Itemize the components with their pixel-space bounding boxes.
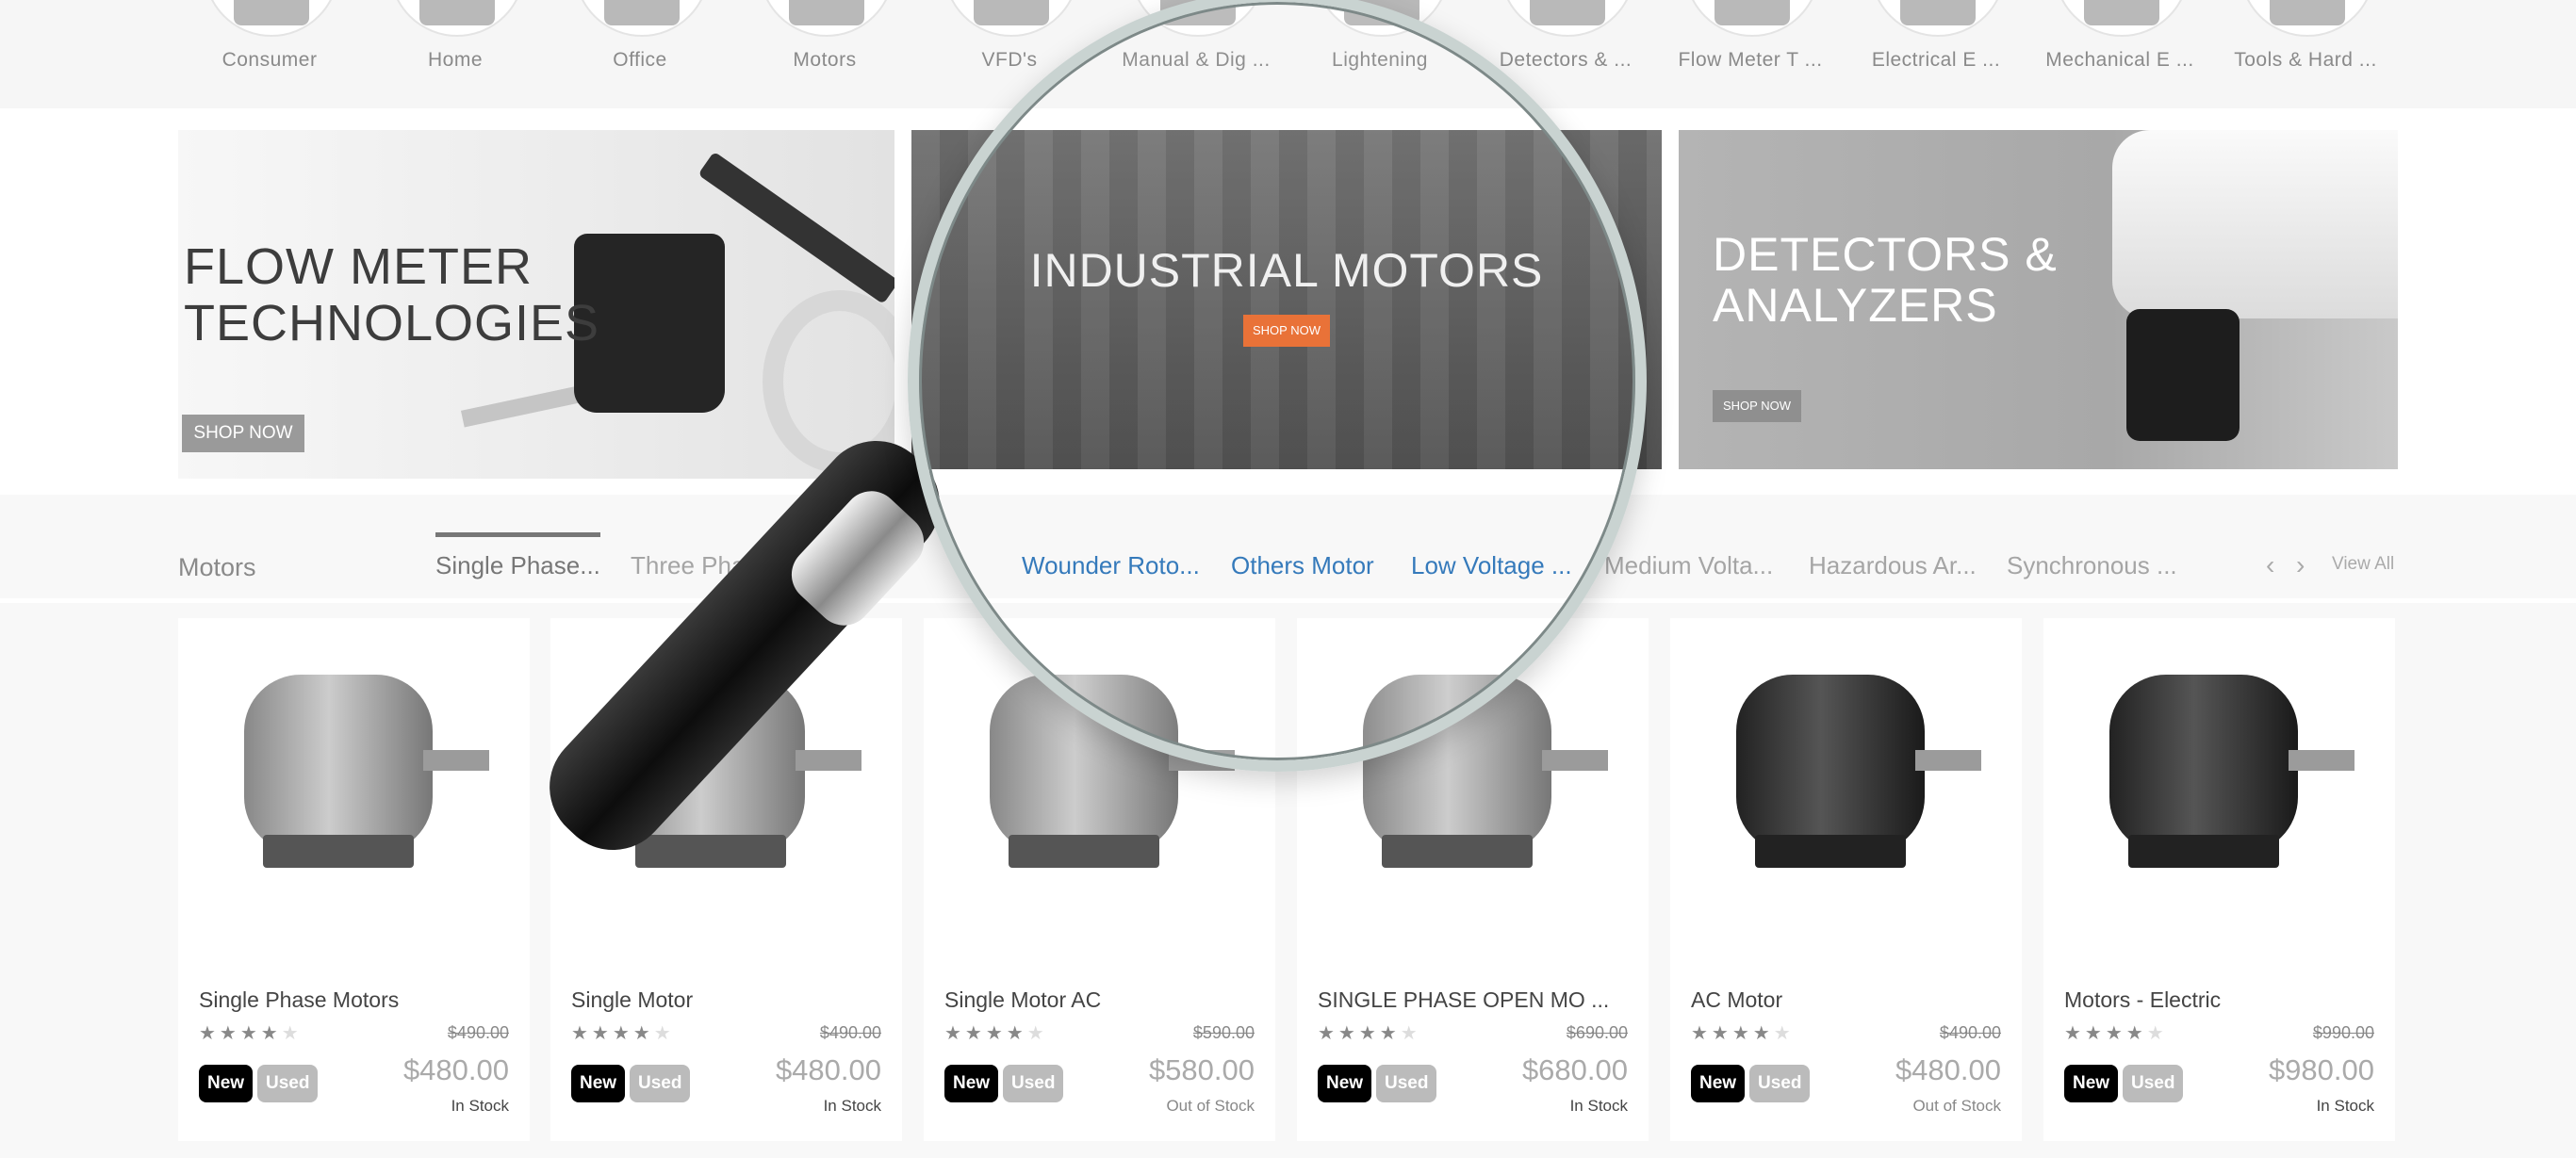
shop-now-button[interactable]: SHOP NOW: [182, 415, 304, 452]
new-badge[interactable]: New: [944, 1065, 999, 1102]
stock-status: In Stock: [1569, 1097, 1628, 1115]
detector-image: [2112, 130, 2398, 318]
used-badge[interactable]: Used: [1003, 1065, 1064, 1102]
view-all-link[interactable]: View All: [2332, 554, 2394, 575]
category-image: [1500, 0, 1635, 37]
category-label: Office: [613, 49, 667, 71]
motor-image: [2091, 646, 2354, 873]
product-image[interactable]: [1670, 618, 2022, 929]
category-label: Motors: [793, 49, 857, 71]
stock-status: Out of Stock: [1912, 1097, 2001, 1115]
product-name[interactable]: Single Motor: [571, 987, 693, 1013]
category-label: Home: [427, 49, 484, 71]
category-image: [574, 0, 710, 37]
category-motors[interactable]: Motors: [735, 0, 914, 104]
used-badge[interactable]: Used: [630, 1065, 691, 1102]
section-title: Motors: [178, 553, 256, 581]
product-name[interactable]: SINGLE PHASE OPEN MO ...: [1318, 987, 1609, 1013]
valve-lever-image: [697, 151, 894, 304]
category-office[interactable]: Office: [550, 0, 730, 104]
price: $480.00: [402, 1053, 509, 1086]
price: $480.00: [775, 1053, 881, 1086]
product-name[interactable]: Single Phase Motors: [199, 987, 399, 1013]
detector-lens-image: [2126, 309, 2240, 441]
price: $980.00: [2268, 1053, 2374, 1086]
used-badge[interactable]: Used: [257, 1065, 319, 1102]
banner-title: FLOW METER TECHNOLOGIES: [184, 238, 600, 351]
motor-image: [225, 646, 489, 873]
shop-now-button[interactable]: SHOP NOW: [1713, 390, 1801, 422]
category-label: Consumer: [222, 49, 318, 71]
category-label: Flow Meter T ...: [1678, 49, 1823, 71]
product-name[interactable]: Motors - Electric: [2064, 987, 2221, 1013]
new-badge[interactable]: New: [2064, 1065, 2119, 1102]
stock-status: In Stock: [451, 1097, 509, 1115]
tab-synchronous[interactable]: Synchronous ...: [2007, 551, 2177, 580]
category-image: [1684, 0, 1820, 37]
tab-hazardous-area[interactable]: Hazardous Ar...: [1809, 551, 1977, 580]
rating-stars-icon: ★★★★★: [199, 1023, 303, 1044]
new-badge[interactable]: New: [199, 1065, 254, 1102]
price: $680.00: [1521, 1053, 1628, 1086]
category-label: Mechanical E ...: [2045, 49, 2194, 71]
old-price: $590.00: [1192, 1023, 1255, 1042]
banner-title: DETECTORS & ANALYZERS: [1713, 228, 2058, 332]
product-card[interactable]: AC Motor ★★★★★ $490.00 New Used $480.00 …: [1670, 618, 2022, 1141]
tab-single-phase[interactable]: Single Phase...: [435, 532, 600, 580]
rating-stars-icon: ★★★★★: [571, 1023, 675, 1044]
banner-detectors[interactable]: DETECTORS & ANALYZERS SHOP NOW: [1679, 130, 2398, 469]
product-name[interactable]: AC Motor: [1691, 987, 1782, 1013]
new-badge[interactable]: New: [1318, 1065, 1372, 1102]
category-mechanical[interactable]: Mechanical E ...: [2030, 0, 2209, 104]
category-image: [2054, 0, 2190, 37]
tab-medium-voltage[interactable]: Medium Volta...: [1604, 551, 1773, 580]
category-consumer[interactable]: Consumer: [180, 0, 359, 104]
used-badge[interactable]: Used: [2123, 1065, 2184, 1102]
new-badge[interactable]: New: [571, 1065, 626, 1102]
magnifier-lens-icon: [908, 0, 1647, 772]
banner-flow-meter[interactable]: FLOW METER TECHNOLOGIES SHOP NOW: [178, 130, 894, 479]
old-price: $490.00: [819, 1023, 881, 1042]
old-price: $490.00: [447, 1023, 509, 1042]
category-electrical[interactable]: Electrical E ...: [1846, 0, 2026, 104]
product-card[interactable]: Motors - Electric ★★★★★ $990.00 New Used…: [2043, 618, 2395, 1141]
product-image[interactable]: [2043, 618, 2395, 929]
category-flow-meter[interactable]: Flow Meter T ...: [1661, 0, 1840, 104]
category-image: [943, 0, 1079, 37]
old-price: $690.00: [1566, 1023, 1628, 1042]
category-label: Detectors & ...: [1499, 49, 1633, 71]
price: $480.00: [1895, 1053, 2001, 1086]
category-tools[interactable]: Tools & Hard ...: [2216, 0, 2395, 104]
category-home[interactable]: Home: [366, 0, 545, 104]
chevron-right-icon[interactable]: ›: [2296, 550, 2305, 580]
product-card[interactable]: Single Phase Motors ★★★★★ $490.00 New Us…: [178, 618, 530, 1141]
rating-stars-icon: ★★★★★: [1318, 1023, 1421, 1044]
category-image: [204, 0, 339, 37]
old-price: $990.00: [2312, 1023, 2374, 1042]
new-badge[interactable]: New: [1691, 1065, 1746, 1102]
stock-status: Out of Stock: [1166, 1097, 1255, 1115]
old-price: $490.00: [1939, 1023, 2001, 1042]
product-image[interactable]: [178, 618, 530, 929]
rating-stars-icon: ★★★★★: [944, 1023, 1048, 1044]
chevron-left-icon[interactable]: ‹: [2266, 550, 2274, 580]
used-badge[interactable]: Used: [1749, 1065, 1811, 1102]
product-name[interactable]: Single Motor AC: [944, 987, 1101, 1013]
category-label: Tools & Hard ...: [2234, 49, 2377, 71]
stock-status: In Stock: [823, 1097, 881, 1115]
category-image: [759, 0, 894, 37]
used-badge[interactable]: Used: [1376, 1065, 1437, 1102]
rating-stars-icon: ★★★★★: [2064, 1023, 2168, 1044]
category-image: [1870, 0, 2006, 37]
category-label: Electrical E ...: [1871, 49, 2001, 71]
category-image: [2240, 0, 2375, 37]
price: $580.00: [1148, 1053, 1255, 1086]
motor-image: [1717, 646, 1981, 873]
stock-status: In Stock: [2316, 1097, 2374, 1115]
category-image: [389, 0, 525, 37]
rating-stars-icon: ★★★★★: [1691, 1023, 1795, 1044]
